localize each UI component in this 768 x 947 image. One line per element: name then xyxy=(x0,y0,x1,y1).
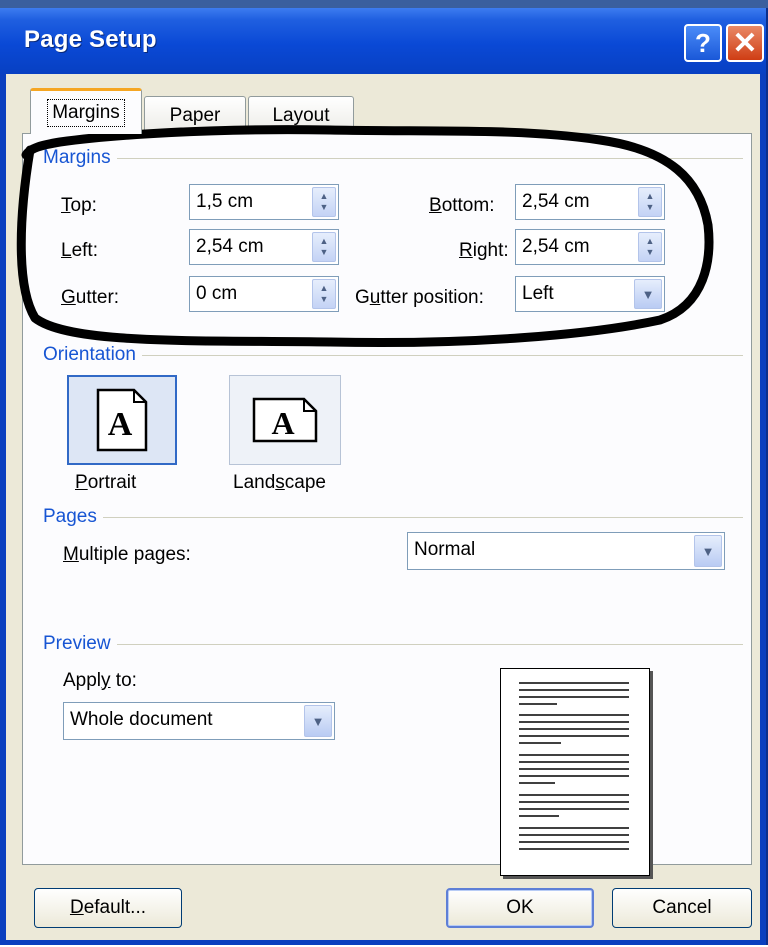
apply-to-value: Whole document xyxy=(70,709,213,730)
bottom-label: Bottom: xyxy=(429,195,495,216)
chevron-down-icon[interactable]: ▼ xyxy=(634,279,662,309)
svg-text:A: A xyxy=(108,406,133,443)
spin-arrows-icon[interactable]: ▲ ▼ xyxy=(312,232,336,262)
tab-margins-label: Margins xyxy=(47,98,125,127)
chevron-down-icon[interactable]: ▼ xyxy=(304,705,332,737)
tab-paper[interactable]: Paper xyxy=(144,96,246,134)
multiple-pages-select[interactable]: Normal ▼ xyxy=(407,532,725,570)
left-margin-stepper[interactable]: 2,54 cm ▲ ▼ xyxy=(189,229,339,265)
dialog-title: Page Setup xyxy=(24,26,157,53)
default-button[interactable]: Default... xyxy=(34,888,182,928)
spin-arrows-icon[interactable]: ▲ ▼ xyxy=(312,187,336,217)
top-margin-stepper[interactable]: 1,5 cm ▲ ▼ xyxy=(189,184,339,220)
help-button[interactable]: ? xyxy=(684,24,722,62)
orientation-group-line xyxy=(43,355,743,356)
gutter-position-value: Left xyxy=(522,283,554,304)
left-label: Left: xyxy=(61,240,98,261)
portrait-label: Portrait xyxy=(75,472,137,493)
help-icon: ? xyxy=(695,27,711,58)
gutter-stepper[interactable]: 0 cm ▲ ▼ xyxy=(189,276,339,312)
gutter-position-select[interactable]: Left ▼ xyxy=(515,276,665,312)
chevron-down-icon[interactable]: ▼ xyxy=(694,535,722,567)
landscape-page-icon: A xyxy=(252,397,318,443)
bottom-margin-value: 2,54 cm xyxy=(522,191,590,212)
margins-group-line xyxy=(43,158,743,159)
gutter-position-label: Gutter position: xyxy=(355,287,484,308)
title-bar[interactable]: Page Setup ? ✕ xyxy=(0,8,766,74)
left-margin-value: 2,54 cm xyxy=(196,236,264,257)
ok-button[interactable]: OK xyxy=(446,888,594,928)
top-label: Top: xyxy=(61,195,97,216)
apply-to-select[interactable]: Whole document ▼ xyxy=(63,702,335,740)
preview-group-line xyxy=(43,644,743,645)
spin-arrows-icon[interactable]: ▲ ▼ xyxy=(638,232,662,262)
top-margin-value: 1,5 cm xyxy=(196,191,254,212)
tab-layout[interactable]: Layout xyxy=(248,96,354,134)
gutter-label: Gutter: xyxy=(61,287,120,308)
portrait-page-icon: A xyxy=(96,388,148,452)
right-margin-value: 2,54 cm xyxy=(522,236,590,257)
svg-text:A: A xyxy=(271,405,294,441)
tab-margins[interactable]: Margins xyxy=(30,88,142,134)
pages-group-label: Pages xyxy=(43,506,103,528)
spin-arrows-icon[interactable]: ▲ ▼ xyxy=(312,279,336,309)
apply-to-label: Apply to: xyxy=(63,670,137,691)
gutter-value: 0 cm xyxy=(196,283,238,304)
multiple-pages-value: Normal xyxy=(414,539,476,560)
close-icon: ✕ xyxy=(732,26,758,60)
landscape-label: Landscape xyxy=(233,472,326,493)
close-button[interactable]: ✕ xyxy=(726,24,764,62)
pages-group-line xyxy=(43,517,743,518)
multiple-pages-label: Multiple pages: xyxy=(63,544,191,565)
bottom-margin-stepper[interactable]: 2,54 cm ▲ ▼ xyxy=(515,184,665,220)
portrait-button[interactable]: A xyxy=(67,375,177,465)
preview-group-label: Preview xyxy=(43,633,117,655)
tab-layout-label: Layout xyxy=(272,104,330,126)
page-setup-dialog: Page Setup ? ✕ Margins Paper Layout Marg… xyxy=(0,8,768,945)
preview-text-lines xyxy=(519,682,629,850)
orientation-group-label: Orientation xyxy=(43,344,142,366)
margins-group-label: Margins xyxy=(43,147,117,169)
spin-arrows-icon[interactable]: ▲ ▼ xyxy=(638,187,662,217)
right-margin-stepper[interactable]: 2,54 cm ▲ ▼ xyxy=(515,229,665,265)
tab-paper-label: Paper xyxy=(169,104,221,126)
landscape-button[interactable]: A xyxy=(229,375,341,465)
right-label: Right: xyxy=(459,240,509,261)
dialog-client: Margins Paper Layout Margins Top: 1,5 cm… xyxy=(6,74,760,940)
cancel-button[interactable]: Cancel xyxy=(612,888,752,928)
preview-page-thumbnail xyxy=(500,668,650,876)
